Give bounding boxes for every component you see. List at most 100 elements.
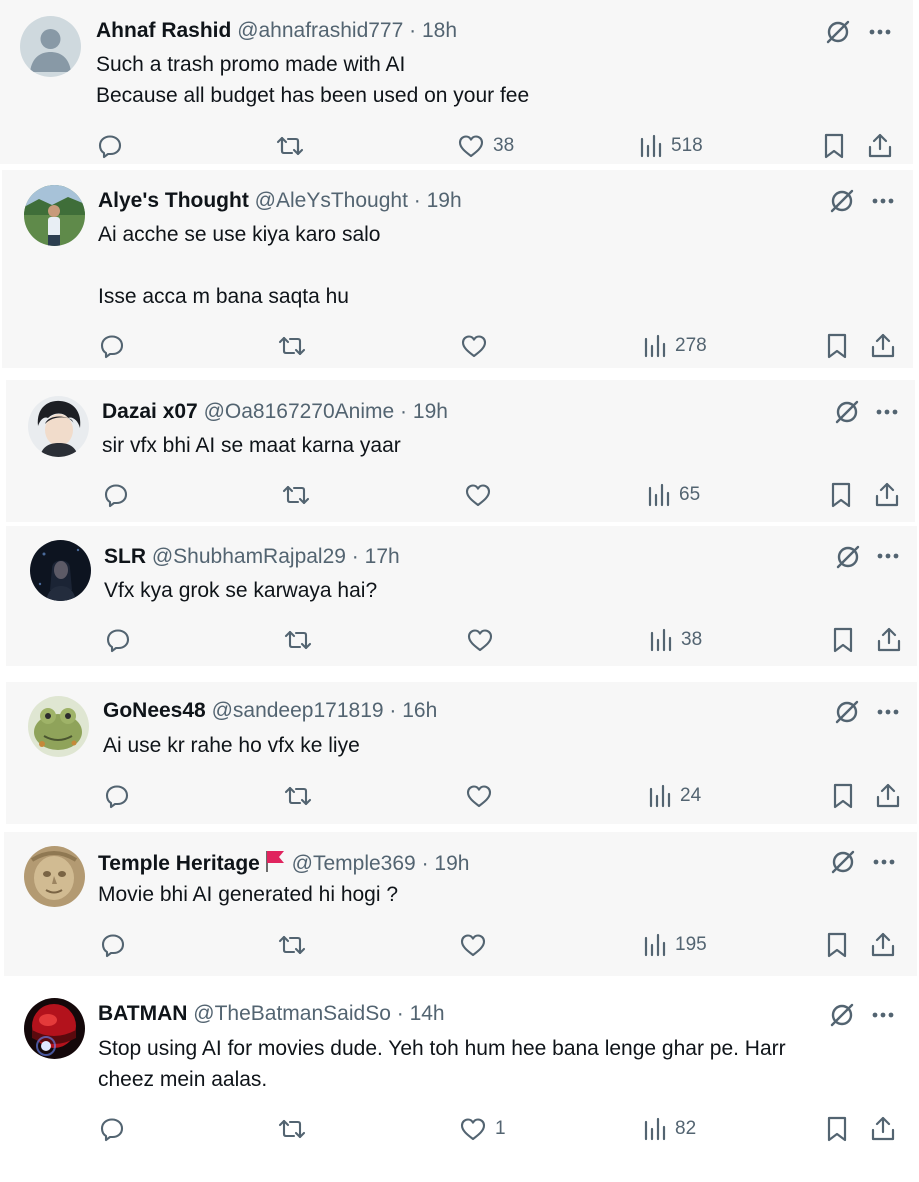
more-icon[interactable]: [874, 698, 902, 726]
timestamp[interactable]: 19h: [413, 400, 448, 423]
tweet-text: Vfx kya grok se karwaya hai?: [104, 579, 378, 602]
views-button[interactable]: 82: [643, 1114, 696, 1144]
retweet-icon: [278, 1116, 306, 1142]
grok-icon[interactable]: [828, 1001, 856, 1029]
more-icon[interactable]: [869, 1001, 897, 1029]
like-button[interactable]: [460, 331, 488, 361]
timestamp[interactable]: 19h: [434, 852, 469, 875]
retweet-button[interactable]: [282, 480, 310, 510]
display-name[interactable]: Temple Heritage: [98, 852, 260, 875]
like-button[interactable]: [464, 480, 492, 510]
reply-icon: [103, 482, 129, 508]
tweet-card[interactable]: Dazai x07 @Oa8167270Anime · 19h sir vfx …: [6, 380, 915, 522]
reply-button[interactable]: [100, 930, 126, 960]
like-button[interactable]: [465, 781, 493, 811]
tweet-text: Ai acche se use kiya karo salo Isse acca…: [98, 223, 381, 308]
like-button[interactable]: 38: [457, 131, 514, 161]
retweet-button[interactable]: [276, 131, 304, 161]
grok-icon[interactable]: [824, 18, 852, 46]
bookmark-button[interactable]: [825, 331, 849, 361]
more-icon[interactable]: [874, 542, 902, 570]
user-handle[interactable]: @TheBatmanSaidSo: [193, 1002, 391, 1025]
reply-button[interactable]: [97, 131, 123, 161]
like-button[interactable]: [466, 625, 494, 655]
bookmark-button[interactable]: [825, 930, 849, 960]
views-button[interactable]: 38: [649, 625, 702, 655]
more-icon[interactable]: [870, 848, 898, 876]
views-button[interactable]: 518: [639, 131, 703, 161]
user-handle[interactable]: @Oa8167270Anime: [204, 400, 395, 423]
display-name[interactable]: Ahnaf Rashid: [96, 19, 231, 42]
tweet-card[interactable]: Alye's Thought @AleYsThought · 19h Ai ac…: [2, 170, 913, 368]
views-button[interactable]: 65: [647, 480, 700, 510]
retweet-button[interactable]: [284, 781, 312, 811]
avatar[interactable]: [24, 185, 85, 246]
share-button[interactable]: [867, 131, 893, 161]
user-handle[interactable]: @Temple369: [292, 852, 416, 875]
grok-icon[interactable]: [829, 848, 857, 876]
reply-button[interactable]: [103, 480, 129, 510]
more-icon[interactable]: [866, 18, 894, 46]
timestamp[interactable]: 19h: [427, 189, 462, 212]
bookmark-button[interactable]: [822, 131, 846, 161]
display-name[interactable]: SLR: [104, 545, 146, 568]
like-button[interactable]: 1: [459, 1114, 506, 1144]
views-icon: [643, 932, 667, 958]
tweet-card[interactable]: BATMAN @TheBatmanSaidSo · 14h Stop using…: [0, 984, 919, 1182]
display-name[interactable]: Dazai x07: [102, 400, 198, 423]
avatar[interactable]: [30, 540, 91, 601]
grok-icon[interactable]: [834, 543, 862, 571]
share-button[interactable]: [870, 930, 896, 960]
bookmark-button[interactable]: [829, 480, 853, 510]
retweet-button[interactable]: [278, 331, 306, 361]
bookmark-button[interactable]: [831, 625, 855, 655]
timestamp[interactable]: 16h: [402, 699, 437, 722]
avatar[interactable]: [24, 846, 85, 907]
views-icon: [643, 333, 667, 359]
share-button[interactable]: [874, 480, 900, 510]
tweet-card[interactable]: Temple Heritage @Temple369 · 19h Movie b…: [4, 832, 917, 976]
more-icon[interactable]: [873, 398, 901, 426]
user-handle[interactable]: @sandeep171819: [212, 699, 384, 722]
timestamp[interactable]: 14h: [410, 1002, 445, 1025]
retweet-button[interactable]: [278, 1114, 306, 1144]
grok-icon[interactable]: [833, 398, 861, 426]
views-button[interactable]: 195: [643, 930, 707, 960]
reply-button[interactable]: [99, 1114, 125, 1144]
reply-button[interactable]: [105, 625, 131, 655]
display-name[interactable]: Alye's Thought: [98, 189, 249, 212]
avatar[interactable]: [24, 998, 85, 1059]
avatar[interactable]: [28, 696, 89, 757]
share-button[interactable]: [870, 1114, 896, 1144]
bookmark-icon: [829, 481, 853, 509]
views-count: 24: [680, 785, 702, 806]
views-button[interactable]: 278: [643, 331, 707, 361]
avatar[interactable]: [20, 16, 81, 77]
share-button[interactable]: [876, 625, 902, 655]
bookmark-button[interactable]: [825, 1114, 849, 1144]
more-icon[interactable]: [869, 187, 897, 215]
retweet-button[interactable]: [284, 625, 312, 655]
retweet-button[interactable]: [278, 930, 306, 960]
bookmark-icon: [825, 1115, 849, 1143]
share-button[interactable]: [870, 331, 896, 361]
timestamp[interactable]: 18h: [422, 19, 457, 42]
user-handle[interactable]: @ShubhamRajpal29: [152, 545, 346, 568]
avatar[interactable]: [28, 396, 89, 457]
user-handle[interactable]: @AleYsThought: [255, 189, 408, 212]
tweet-card[interactable]: Ahnaf Rashid @ahnafrashid777 · 18h Such …: [0, 0, 913, 164]
reply-button[interactable]: [104, 781, 130, 811]
timestamp[interactable]: 17h: [365, 545, 400, 568]
display-name[interactable]: GoNees48: [103, 699, 206, 722]
user-handle[interactable]: @ahnafrashid777: [237, 19, 403, 42]
bookmark-button[interactable]: [831, 781, 855, 811]
views-button[interactable]: 24: [648, 781, 701, 811]
like-button[interactable]: [459, 930, 487, 960]
tweet-card[interactable]: SLR @ShubhamRajpal29 · 17h Vfx kya grok …: [6, 526, 917, 666]
grok-icon[interactable]: [828, 187, 856, 215]
reply-button[interactable]: [99, 331, 125, 361]
tweet-card[interactable]: GoNees48 @sandeep171819 · 16h Ai use kr …: [6, 682, 917, 824]
grok-icon[interactable]: [833, 698, 861, 726]
share-button[interactable]: [875, 781, 901, 811]
display-name[interactable]: BATMAN: [98, 1002, 187, 1025]
